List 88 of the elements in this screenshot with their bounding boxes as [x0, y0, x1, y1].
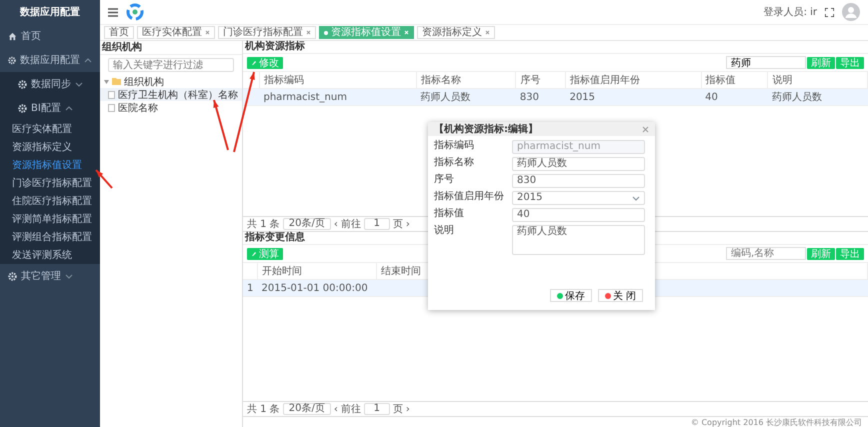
total-count: 共 1 条: [247, 218, 280, 231]
gear-icon: [18, 104, 27, 112]
page-unit: 页: [392, 218, 403, 231]
field-label: 指标值: [434, 208, 465, 220]
table-cell: 830: [516, 88, 566, 106]
menu-item[interactable]: 发送评测系统: [0, 246, 100, 264]
menu-item[interactable]: 评测简单指标配置: [0, 210, 100, 228]
save-button[interactable]: 保存: [550, 289, 592, 302]
goto-label: 前往: [340, 218, 361, 231]
search-field[interactable]: 编码,名称: [726, 247, 806, 260]
prev-page-button[interactable]: ‹: [334, 218, 338, 230]
prev-page-button[interactable]: ‹: [334, 404, 338, 414]
table-cell: 40: [701, 88, 768, 106]
gear-icon: [18, 80, 27, 88]
tab[interactable]: 首页: [104, 26, 134, 39]
table-cell: 2015-01-01 00:00:00: [258, 280, 376, 296]
tab[interactable]: 门诊医疗指标配置: [218, 26, 316, 39]
folder-icon: [112, 78, 121, 85]
input-field[interactable]: 药师人员数: [512, 157, 645, 171]
menu-item[interactable]: 其它管理: [0, 264, 100, 288]
page-input[interactable]: 1: [364, 403, 390, 415]
panel-title: 机构资源指标: [243, 41, 868, 54]
menu-item[interactable]: 评测组合指标配置: [0, 228, 100, 246]
table-cell: 药师人员数: [768, 88, 868, 106]
menu-item[interactable]: 住院医疗指标配置: [0, 192, 100, 210]
menu-item[interactable]: BI配置: [0, 96, 100, 120]
chevron-icon: [84, 58, 92, 62]
tree-node[interactable]: 组织机构: [100, 75, 242, 88]
close-icon[interactable]: [306, 30, 311, 35]
chevron-icon: [65, 274, 73, 278]
page-unit: 页: [392, 403, 403, 416]
tab[interactable]: 资源指标定义: [417, 26, 495, 39]
tree-node[interactable]: 医疗卫生机构（科室）名称: [100, 88, 242, 101]
cross-circle-icon: [604, 292, 611, 298]
copyright-text: © Copyright 2016 长沙康氏软件科技有限公司: [690, 417, 863, 427]
field-label: 指标值启用年份: [434, 191, 505, 203]
menu-item[interactable]: 医疗实体配置: [0, 120, 100, 138]
menu-item[interactable]: 资源指标定义: [0, 138, 100, 156]
input-field[interactable]: 830: [512, 174, 645, 188]
menu-item[interactable]: 数据同步: [0, 72, 100, 96]
chevron-icon: [64, 106, 73, 110]
menu-item[interactable]: 数据应用配置: [0, 48, 100, 72]
avatar-icon[interactable]: [842, 3, 860, 21]
caret-icon[interactable]: [104, 80, 109, 84]
chevron-icon: [75, 82, 83, 86]
search-field[interactable]: 药师: [726, 56, 806, 69]
pencil-icon: [251, 60, 257, 66]
page-size-select[interactable]: 20条/页: [282, 218, 331, 230]
field-label: 序号: [434, 174, 455, 186]
filter-field[interactable]: 输入关键字进行过滤: [108, 58, 234, 72]
goto-label: 前往: [340, 402, 361, 416]
menu-icon[interactable]: [108, 8, 118, 16]
close-icon[interactable]: [485, 30, 490, 35]
row-number: 1: [243, 280, 258, 296]
field-label: 指标名称: [434, 157, 475, 169]
table-cell: pharmacist_num: [260, 88, 416, 106]
close-icon[interactable]: [205, 30, 210, 35]
close-button[interactable]: 关 闭: [598, 289, 643, 302]
input-field[interactable]: 40: [512, 208, 645, 222]
menu-item[interactable]: 门诊医疗指标配置: [0, 174, 100, 192]
pencil-icon: [251, 250, 257, 256]
gear-icon: [8, 272, 17, 280]
app-title: 数据应用配置: [18, 5, 81, 20]
field-label: 指标编码: [434, 140, 475, 152]
select-field[interactable]: 2015: [512, 191, 645, 205]
annotation-arrow: [95, 169, 113, 189]
chevron-icon: [632, 196, 640, 200]
next-page-button[interactable]: ›: [406, 404, 410, 414]
user-label: 登录人员: ir: [764, 6, 817, 19]
next-page-button[interactable]: ›: [406, 218, 410, 230]
annotation-arrow: [213, 100, 229, 150]
close-icon[interactable]: [642, 126, 649, 132]
menu-item[interactable]: 资源指标值设置: [0, 156, 100, 174]
panel-title: 组织机构: [100, 42, 242, 55]
check-circle-icon: [556, 292, 563, 298]
fullscreen-icon[interactable]: [825, 8, 834, 16]
logo-icon: [126, 3, 144, 21]
tree-node[interactable]: 医院名称: [100, 101, 242, 114]
table-cell: 2015: [566, 88, 702, 106]
tab[interactable]: 医疗实体配置: [137, 26, 215, 39]
page-input[interactable]: 1: [364, 218, 390, 230]
gear-icon: [8, 56, 16, 64]
dialog-title: 【机构资源指标:编辑】: [434, 122, 538, 136]
home-icon: [8, 32, 17, 40]
menu-item[interactable]: 首页: [0, 24, 100, 48]
table-cell: 药师人员数: [416, 88, 516, 106]
page-size-select[interactable]: 20条/页: [282, 403, 331, 415]
total-count: 共 1 条: [247, 402, 280, 416]
